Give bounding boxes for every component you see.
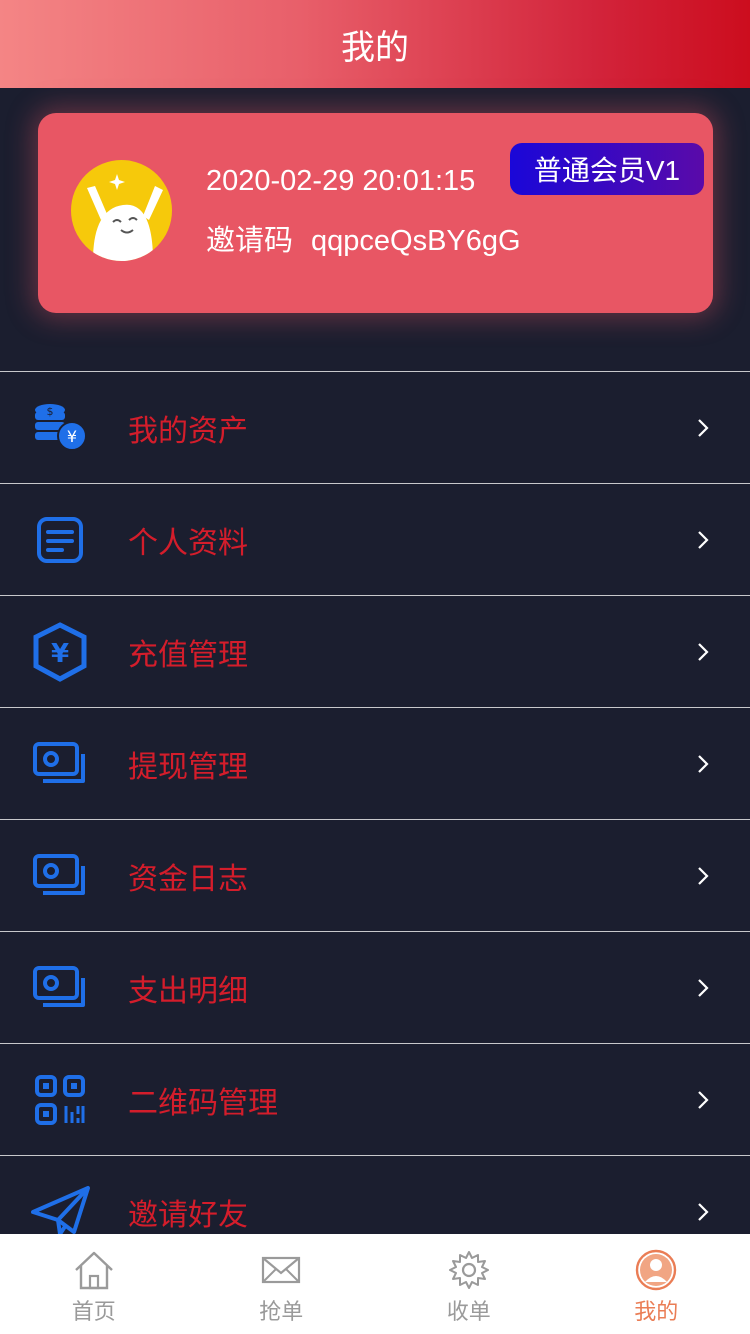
chevron-right-icon [698, 531, 709, 549]
member-level-badge: 普通会员V1 [510, 143, 704, 195]
cash-icon [30, 958, 90, 1018]
menu-item-recharge[interactable]: ¥ 充值管理 [0, 595, 750, 707]
bottom-tab-bar: 首页 抢单 收单 我的 [0, 1234, 750, 1334]
tab-label: 我的 [634, 1300, 679, 1325]
menu-item-expense-details[interactable]: 支出明细 [0, 931, 750, 1043]
menu-item-withdraw[interactable]: 提现管理 [0, 707, 750, 819]
profile-card: 2020-02-29 20:01:15 邀请码 qqpceQsBY6gG 普通会员… [38, 113, 713, 313]
cash-icon [30, 734, 90, 794]
qr-code-icon [30, 1070, 90, 1130]
chevron-right-icon [698, 979, 709, 997]
chevron-right-icon [698, 867, 709, 885]
tab-label: 首页 [71, 1300, 116, 1325]
menu-label: 支出明细 [128, 974, 248, 1009]
menu-item-my-assets[interactable]: $ ¥ 我的资产 [0, 371, 750, 483]
mail-icon [262, 1256, 301, 1284]
menu-item-fund-log[interactable]: 资金日志 [0, 819, 750, 931]
paper-plane-icon [30, 1182, 90, 1242]
avatar[interactable] [71, 160, 172, 261]
chevron-right-icon [698, 755, 709, 773]
menu-item-qr-code[interactable]: 二维码管理 [0, 1043, 750, 1155]
tab-label: 抢单 [259, 1300, 304, 1325]
menu-label: 我的资产 [128, 414, 248, 449]
cash-icon [30, 846, 90, 906]
tab-receive-order[interactable]: 收单 [375, 1234, 563, 1334]
gear-icon [448, 1251, 489, 1289]
invite-code-label: 邀请码 [206, 225, 294, 257]
profile-datetime: 2020-02-29 20:01:15 [206, 165, 476, 197]
home-icon [74, 1251, 113, 1290]
svg-text:¥: ¥ [67, 427, 77, 446]
menu-item-profile[interactable]: 个人资料 [0, 483, 750, 595]
invite-code-row: 邀请码 qqpceQsBY6gG [206, 217, 521, 259]
svg-text:¥: ¥ [51, 639, 69, 669]
menu-label: 二维码管理 [128, 1086, 278, 1121]
menu-label: 充值管理 [128, 638, 248, 673]
shield-yen-icon: ¥ [30, 622, 90, 682]
menu-label: 个人资料 [128, 526, 248, 561]
tab-grab-order[interactable]: 抢单 [188, 1234, 376, 1334]
tab-home[interactable]: 首页 [0, 1234, 188, 1334]
tab-mine[interactable]: 我的 [563, 1234, 750, 1334]
menu-list: $ ¥ 我的资产 个人资料 ¥ 充值管理 提现管理 资金日志 支出明细 二维码管… [0, 371, 750, 1267]
page-title: 我的 [341, 27, 409, 68]
top-header: 我的 [0, 0, 750, 88]
tab-label: 收单 [446, 1300, 491, 1325]
user-icon [636, 1249, 677, 1291]
chevron-right-icon [698, 1203, 709, 1221]
chevron-right-icon [698, 419, 709, 437]
menu-label: 提现管理 [128, 750, 248, 785]
coins-yen-icon: $ ¥ [30, 398, 90, 458]
document-icon [30, 510, 90, 570]
menu-label: 资金日志 [128, 862, 248, 897]
invite-code-value[interactable]: qqpceQsBY6gG [311, 225, 521, 257]
menu-label: 邀请好友 [128, 1198, 248, 1233]
chevron-right-icon [698, 643, 709, 661]
svg-text:$: $ [47, 405, 54, 418]
chevron-right-icon [698, 1091, 709, 1109]
